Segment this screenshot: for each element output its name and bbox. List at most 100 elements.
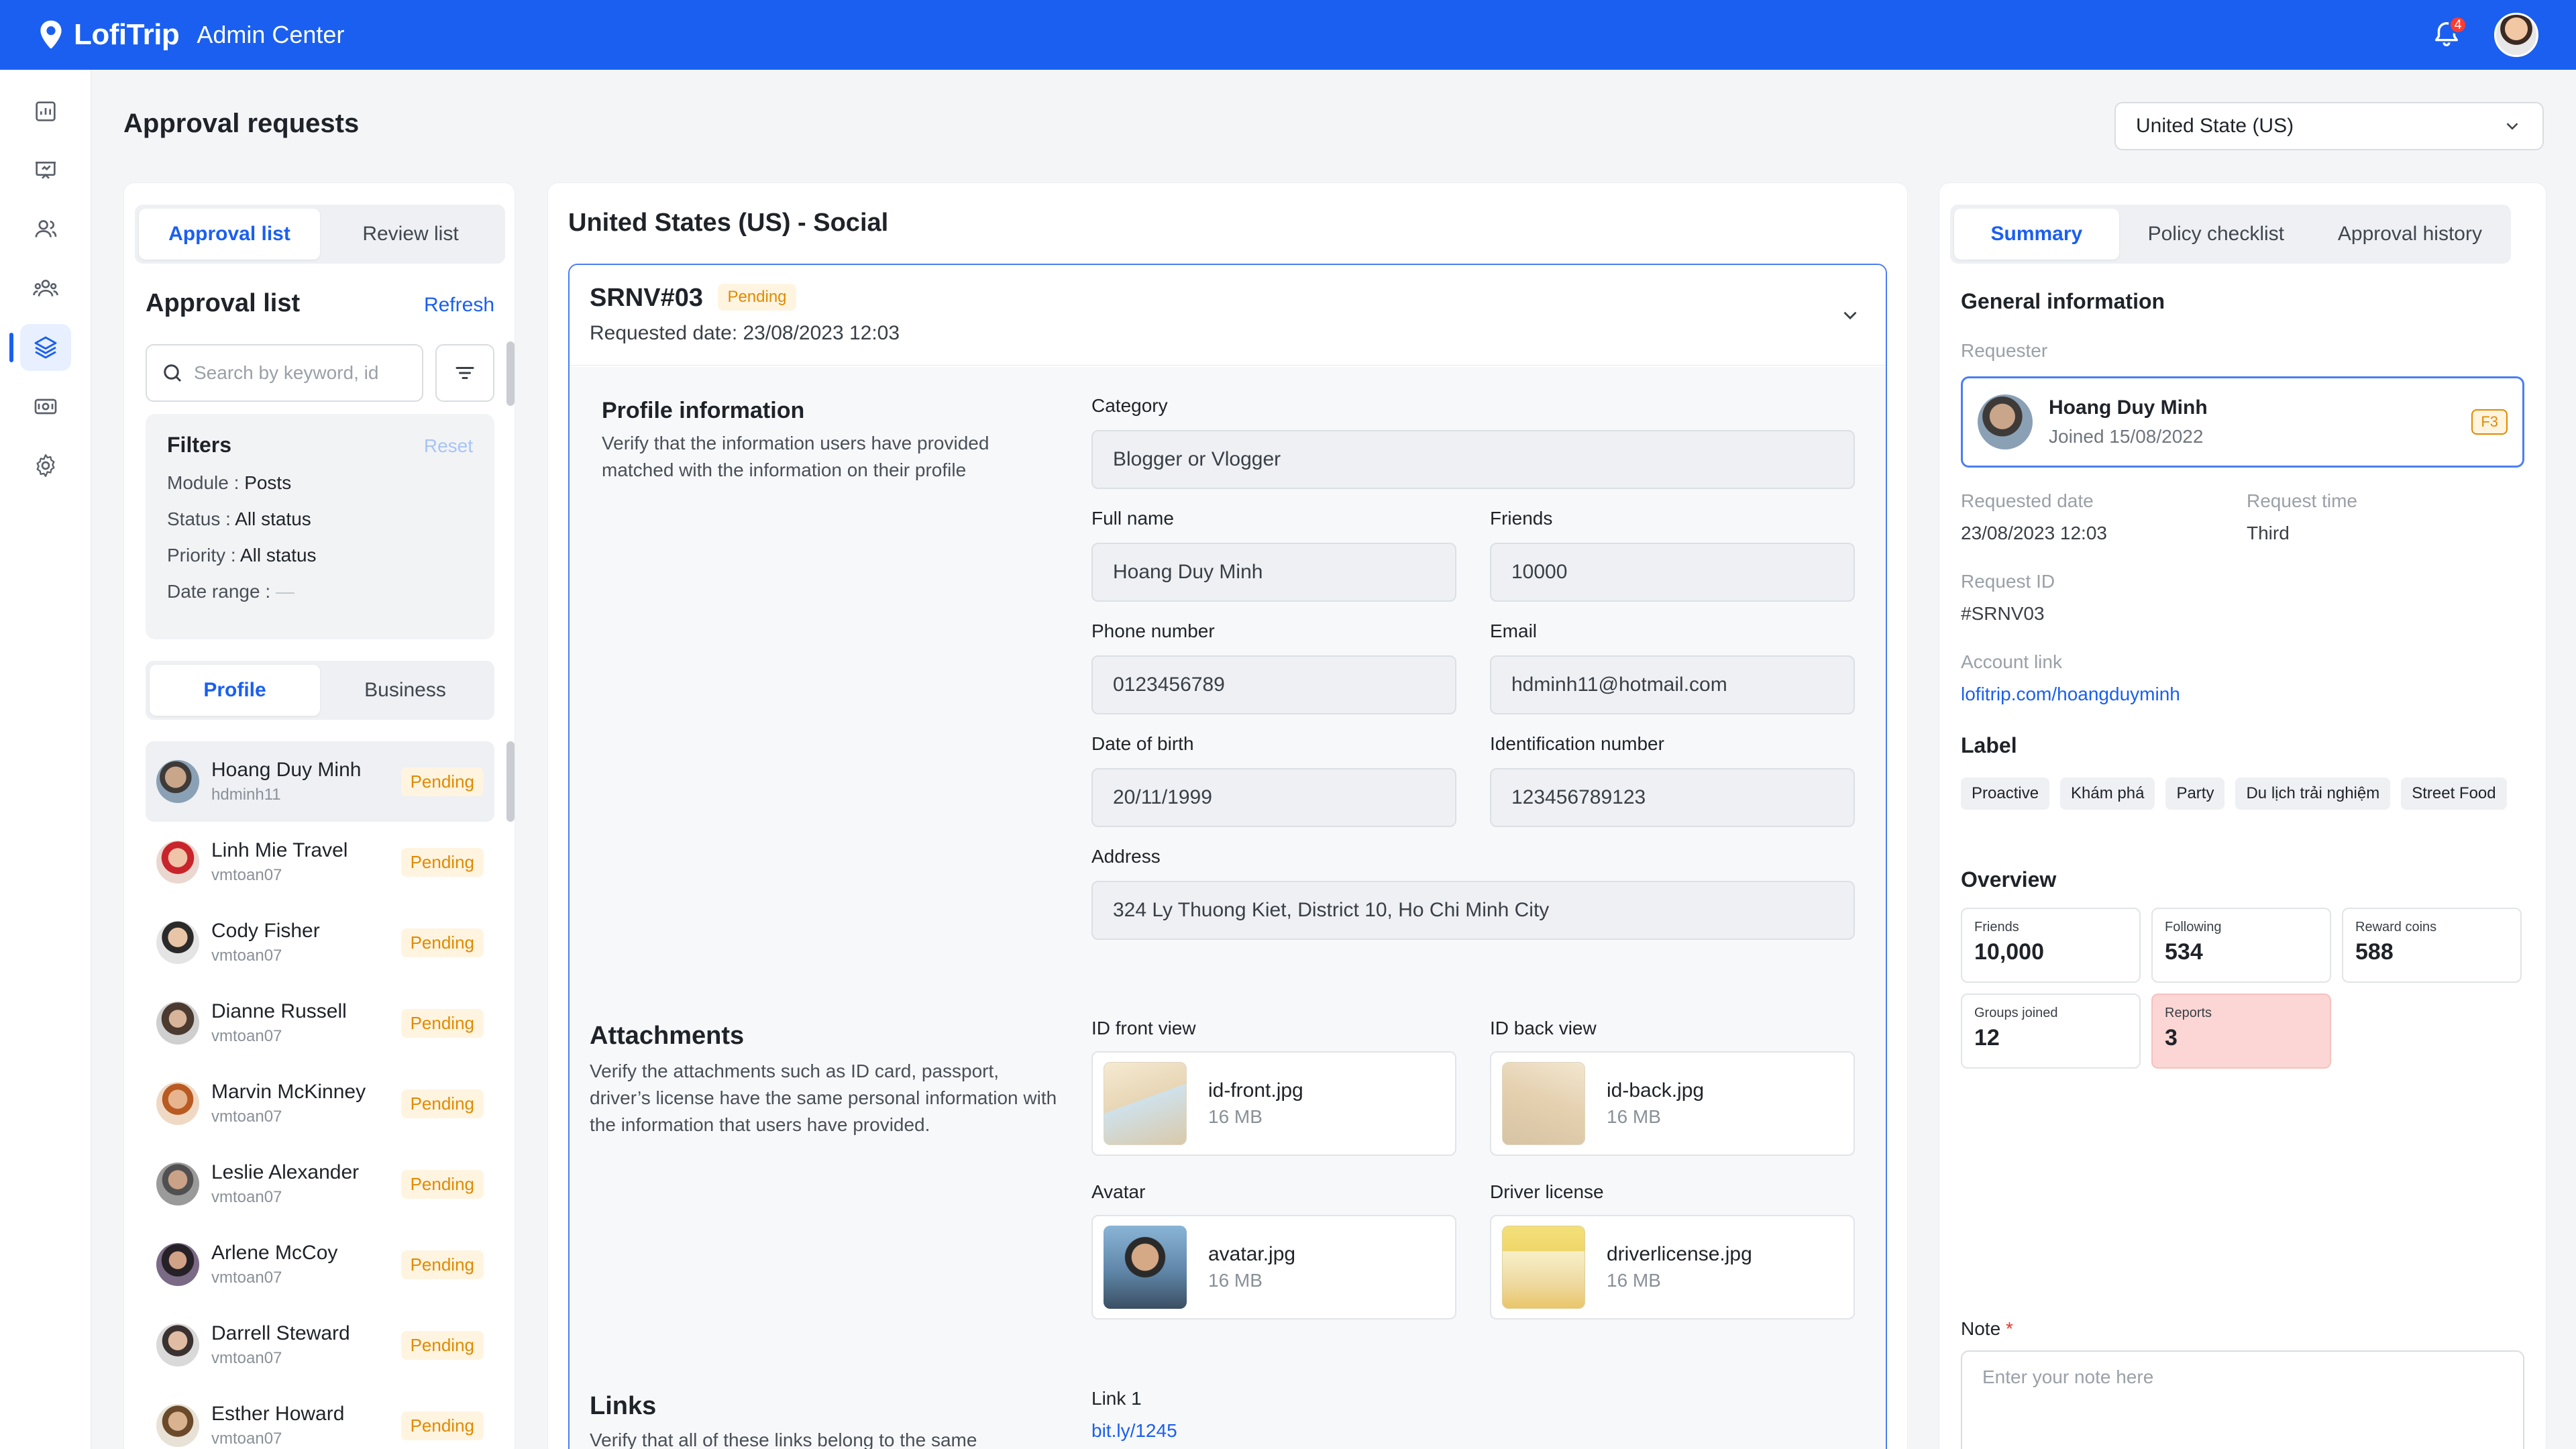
dob-field[interactable]: 20/11/1999 [1091,768,1456,827]
list-scrollbar[interactable] [506,741,515,822]
request-time-label: Request time [2247,490,2357,511]
full-name-field[interactable]: Hoang Duy Minh [1091,543,1456,602]
note-textarea[interactable]: Enter your note here [1961,1350,2524,1449]
label-chip[interactable]: Street Food [2401,777,2507,810]
approval-list-heading: Approval list [146,289,301,317]
request-card-header[interactable]: SRNV#03 Pending Requested date: 23/08/20… [570,265,1886,366]
filter-module[interactable]: Module : Posts [167,472,473,494]
nav-presentation[interactable] [0,141,91,200]
tab-approval-list[interactable]: Approval list [139,209,320,260]
friends-field[interactable]: 10000 [1490,543,1855,602]
avatar-label: Avatar [1091,1181,1146,1202]
country-select-value: United State (US) [2136,115,2294,137]
country-select[interactable]: United State (US) [2114,102,2544,150]
id-back-attachment[interactable]: id-back.jpg 16 MB [1490,1051,1855,1156]
group-icon [33,280,58,297]
list-item[interactable]: Hoang Duy Minh hdminh11 Pending [146,741,494,822]
list-item[interactable]: Linh Mie Travel vmtoan07 Pending [146,822,494,902]
filter-status[interactable]: Status : All status [167,508,473,530]
filters-title: Filters [167,433,232,457]
address-label: Address [1091,846,1161,867]
dob-label: Date of birth [1091,733,1194,754]
location-pin-icon [40,20,62,49]
note-placeholder: Enter your note here [1982,1366,2154,1387]
link-1[interactable]: bit.ly/1245 [1091,1420,1177,1442]
tab-profile[interactable]: Profile [150,665,320,716]
list-item[interactable]: Leslie Alexander vmtoan07 Pending [146,1144,494,1224]
filter-scrollbar[interactable] [506,341,515,406]
filter-priority[interactable]: Priority : All status [167,545,473,566]
list-item[interactable]: Darrell Steward vmtoan07 Pending [146,1305,494,1385]
avatar [156,1324,199,1366]
filter-date-range[interactable]: Date range : — [167,581,473,602]
request-detail-panel: United States (US) - Social SRNV#03 Pend… [547,182,1908,1449]
notifications-button[interactable]: 4 [2431,15,2467,50]
search-input[interactable]: Search by keyword, id [146,344,423,402]
nav-dashboard[interactable] [0,82,91,141]
profile-section-description: Verify that the information users have p… [602,433,989,480]
phone-field[interactable]: 0123456789 [1091,655,1456,714]
request-card-body: Profile information Verify that the info… [570,367,1886,1449]
overview-friends: Friends 10,000 [1961,908,2141,983]
chevron-down-icon [2506,123,2518,130]
request-id-label: Request ID [1961,571,2055,592]
list-item[interactable]: Marvin McKinney vmtoan07 Pending [146,1063,494,1144]
avatar [156,921,199,964]
money-icon [34,398,57,415]
label-chip[interactable]: Proactive [1961,777,2050,810]
users-icon [35,220,57,237]
account-link[interactable]: lofitrip.com/hoangduyminh [1961,684,2180,705]
label-chip[interactable]: Khám phá [2060,777,2155,810]
driver-license-thumbnail [1502,1226,1585,1309]
label-chips: Proactive Khám phá Party Du lịch trải ng… [1961,777,2524,810]
status-badge: Pending [400,1169,484,1199]
nav-users[interactable] [0,200,91,259]
list-item[interactable]: Cody Fisher vmtoan07 Pending [146,902,494,983]
nav-settings[interactable] [0,436,91,495]
nav-groups[interactable] [0,259,91,318]
tab-review-list[interactable]: Review list [320,209,501,260]
profile-section-title: Profile information [602,398,805,423]
nav-approvals[interactable] [0,318,91,377]
search-placeholder: Search by keyword, id [194,362,379,383]
overview-reports[interactable]: Reports 3 [2151,994,2331,1069]
filter-button[interactable] [435,344,494,402]
address-field[interactable]: 324 Ly Thuong Kiet, District 10, Ho Chi … [1091,881,1855,940]
request-time-value: Third [2247,523,2290,543]
list-item[interactable]: Esther Howard vmtoan07 Pending [146,1385,494,1449]
id-number-field[interactable]: 123456789123 [1490,768,1855,827]
tab-policy-checklist[interactable]: Policy checklist [2119,209,2313,260]
user-avatar[interactable] [2494,13,2538,57]
avatar-attachment[interactable]: avatar.jpg 16 MB [1091,1215,1456,1320]
brand-logo[interactable]: LofiTrip [38,18,180,52]
id-number-label: Identification number [1490,733,1664,754]
left-navigation [0,70,91,1449]
label-chip[interactable]: Party [2165,777,2225,810]
gear-icon [36,454,55,477]
id-front-attachment[interactable]: id-front.jpg 16 MB [1091,1051,1456,1156]
category-field[interactable]: Blogger or Vlogger [1091,430,1855,489]
list-tabs: Approval list Review list [135,205,505,264]
label-chip[interactable]: Du lịch trải nghiệm [2235,777,2391,810]
reset-filters-link[interactable]: Reset [424,435,473,457]
status-badge: Pending [400,1008,484,1038]
id-front-label: ID front view [1091,1018,1196,1038]
tab-business[interactable]: Business [320,665,490,716]
avatar [156,1082,199,1125]
list-item[interactable]: Arlene McCoy vmtoan07 Pending [146,1224,494,1305]
top-bar: LofiTrip Admin Center 4 [0,0,2576,70]
presentation-icon [36,162,56,179]
driver-license-attachment[interactable]: driverlicense.jpg 16 MB [1490,1215,1855,1320]
requester-card[interactable]: Hoang Duy Minh Joined 15/08/2022 F3 [1961,376,2524,468]
email-field[interactable]: hdminh11@hotmail.com [1490,655,1855,714]
requested-date: Requested date: 23/08/2023 12:03 [590,322,900,344]
full-name-label: Full name [1091,508,1174,529]
nav-payments[interactable] [0,377,91,436]
tier-badge: F3 [2471,409,2508,435]
avatar [156,1404,199,1447]
tab-summary[interactable]: Summary [1954,209,2119,260]
tab-approval-history[interactable]: Approval history [2313,209,2507,260]
list-item[interactable]: Dianne Russell vmtoan07 Pending [146,983,494,1063]
refresh-link[interactable]: Refresh [424,294,494,317]
chevron-down-icon[interactable] [1839,304,1862,327]
